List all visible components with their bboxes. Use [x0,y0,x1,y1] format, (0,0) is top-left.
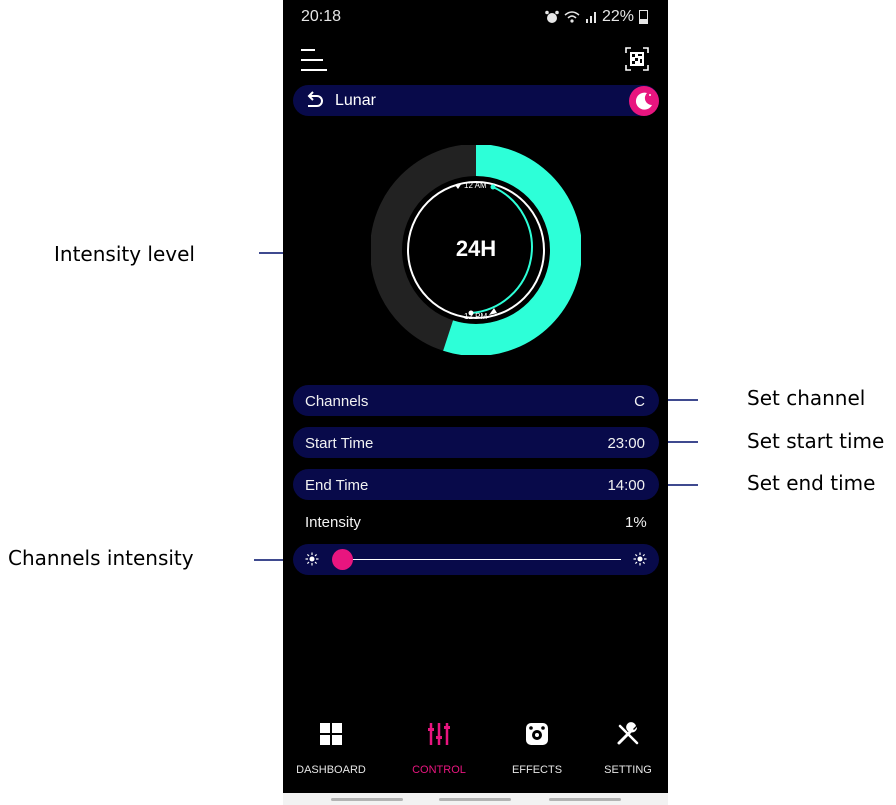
sun-high-icon [633,552,647,566]
end-time-label: End Time [305,477,369,494]
wifi-icon [564,11,580,23]
menu-icon[interactable] [301,46,327,74]
callout-set-start-time: Set start time [747,429,885,453]
intensity-value: 1% [625,514,647,531]
sliders-icon [428,723,450,745]
moon-icon [635,92,652,110]
back-arrow-icon[interactable] [305,91,325,111]
intensity-slider[interactable] [293,544,659,575]
start-time-row[interactable]: Start Time 23:00 [293,427,659,458]
channels-value: C [634,393,645,410]
lunar-mode-button[interactable] [629,86,659,116]
nav-control-label: CONTROL [412,764,466,776]
header-title: Lunar [335,92,376,109]
header-bar: Lunar [293,85,659,116]
nav-dashboard-label: DASHBOARD [296,764,366,776]
battery-percentage: 22% [602,8,635,25]
alarm-icon [545,10,559,23]
nav-setting-label: SETTING [604,764,652,776]
status-icons: 22% [545,8,649,26]
start-time-label: Start Time [305,435,374,452]
phone-screen: 20:18 22% Lunar 12 AM 12 PM 24H Channels… [283,0,668,805]
slider-track[interactable] [333,559,621,560]
end-time-value: 14:00 [607,477,645,494]
dial-center-label: 24H [455,236,497,261]
sun-low-icon [305,552,319,566]
grid-icon [320,723,342,745]
callout-channels-intensity: Channels intensity [8,546,194,570]
signal-icon [586,12,596,23]
nav-setting[interactable]: SETTING [580,722,676,778]
callout-intensity-level: Intensity level [54,242,195,266]
nav-effects-label: EFFECTS [511,764,563,776]
battery-icon [639,10,649,24]
intensity-label: Intensity [305,514,361,531]
status-time: 20:18 [301,8,342,25]
qr-code-icon[interactable] [625,47,649,71]
effects-icon [526,723,548,745]
slider-thumb[interactable] [331,549,353,570]
start-time-value: 23:00 [607,435,645,452]
dial-tick-12am: 12 AM [464,181,487,190]
nav-control[interactable]: CONTROL [391,722,487,778]
wrench-icon [617,722,639,745]
channels-label: Channels [305,393,369,410]
end-time-row[interactable]: End Time 14:00 [293,469,659,500]
callout-set-channel: Set channel [747,386,866,410]
callout-set-end-time: Set end time [747,471,876,495]
nav-effects[interactable]: EFFECTS [489,722,585,778]
system-navigation-strip [283,793,668,805]
dial-tick-12pm: 12 PM [464,312,488,321]
nav-dashboard[interactable]: DASHBOARD [283,722,379,778]
channels-row[interactable]: Channels C [293,385,659,416]
